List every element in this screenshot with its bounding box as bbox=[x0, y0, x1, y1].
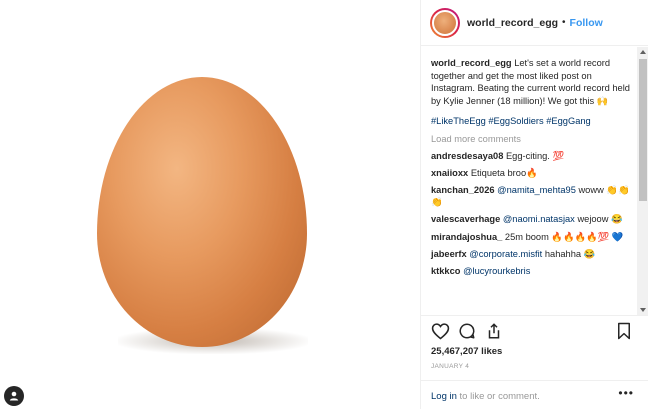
comment-text: 25m boom 🔥🔥🔥🔥💯 💙 bbox=[504, 231, 624, 242]
caption-hashtags[interactable]: #LikeTheEgg #EggSoldiers #EggGang bbox=[431, 115, 631, 128]
action-bar bbox=[421, 315, 648, 345]
scrollbar-thumb[interactable] bbox=[639, 59, 647, 201]
bookmark-icon[interactable] bbox=[617, 322, 631, 345]
avatar[interactable] bbox=[430, 7, 460, 38]
comment-item: valescaverhage @naomi.natasjax wejoow 😂 bbox=[431, 213, 631, 226]
comment-username[interactable]: kanchan_2026 bbox=[431, 185, 495, 195]
comment-text: Etiqueta broo🔥 bbox=[470, 167, 538, 178]
comment-mention[interactable]: @namita_mehta95 bbox=[497, 185, 576, 195]
likes-count[interactable]: 25,467,207 likes bbox=[431, 346, 502, 357]
scroll-down-icon[interactable] bbox=[640, 308, 646, 312]
comment-mention[interactable]: @corporate.misfit bbox=[469, 249, 542, 259]
caption-username[interactable]: world_record_egg bbox=[431, 58, 512, 68]
post-date: JANUARY 4 bbox=[431, 363, 470, 370]
post-header: world_record_egg • Follow bbox=[421, 0, 648, 46]
more-options-icon[interactable]: ••• bbox=[618, 386, 634, 400]
comments-list[interactable]: world_record_egg Let's set a world recor… bbox=[421, 47, 637, 315]
comments-scrollbar[interactable] bbox=[637, 47, 648, 315]
post-sidebar: world_record_egg • Follow world_record_e… bbox=[420, 0, 648, 409]
comment-username[interactable]: mirandajoshua_ bbox=[431, 232, 502, 242]
comment-item: ktkkco @lucyrourkebris bbox=[431, 265, 631, 278]
comment-mention[interactable]: @lucyrourkebris bbox=[463, 266, 530, 276]
comment-item: xnaiioxx Etiqueta broo🔥 bbox=[431, 167, 631, 180]
comment-username[interactable]: andresdesaya08 bbox=[431, 151, 503, 161]
comment-item: jabeerfx @corporate.misfit hahahha 😂 bbox=[431, 248, 631, 261]
comment-item: andresdesaya08 Egg-citing. 💯 bbox=[431, 150, 631, 163]
comment-username[interactable]: xnaiioxx bbox=[431, 168, 468, 178]
post-image[interactable] bbox=[0, 0, 420, 409]
comment-mention[interactable]: @naomi.natasjax bbox=[503, 214, 575, 224]
header-username[interactable]: world_record_egg bbox=[467, 17, 558, 29]
comment-username[interactable]: valescaverhage bbox=[431, 214, 500, 224]
heart-icon[interactable] bbox=[431, 322, 450, 345]
comment-item: mirandajoshua_ 25m boom 🔥🔥🔥🔥💯 💙 bbox=[431, 231, 631, 244]
login-text: to like or comment. bbox=[456, 391, 540, 402]
comment-item: kanchan_2026 @namita_mehta95 woww 👏👏👏 bbox=[431, 184, 631, 209]
scroll-up-icon[interactable] bbox=[640, 50, 646, 54]
login-prompt: Log in to like or comment. bbox=[421, 380, 648, 409]
caption: world_record_egg Let's set a world recor… bbox=[431, 57, 631, 107]
comment-username[interactable]: ktkkco bbox=[431, 266, 460, 276]
load-more-comments-button[interactable]: Load more comments bbox=[431, 133, 631, 146]
login-link[interactable]: Log in bbox=[431, 391, 457, 402]
comment-text: Egg-citing. 💯 bbox=[505, 150, 565, 161]
follow-button[interactable]: Follow bbox=[570, 17, 603, 29]
profile-icon[interactable] bbox=[4, 386, 24, 406]
comment-icon[interactable] bbox=[458, 322, 476, 345]
share-icon[interactable] bbox=[486, 322, 502, 345]
egg-image bbox=[97, 77, 307, 347]
comment-text: wejoow 😂 bbox=[577, 214, 623, 225]
comment-text: hahahha 😂 bbox=[544, 248, 596, 259]
comment-username[interactable]: jabeerfx bbox=[431, 249, 467, 259]
header-separator: • bbox=[562, 17, 566, 28]
